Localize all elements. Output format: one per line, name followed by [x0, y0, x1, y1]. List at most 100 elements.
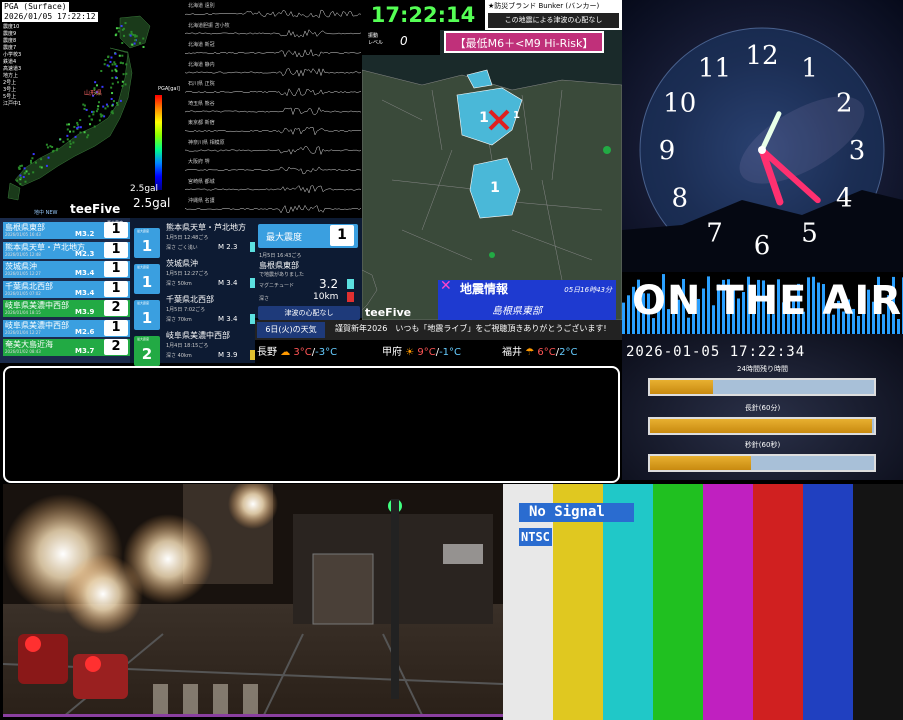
color-bar — [803, 484, 853, 720]
ntsc-label: NTSC — [519, 528, 552, 546]
progress-label-day: 24時間残り時間 — [737, 365, 788, 373]
weather-high: 3°C — [293, 347, 312, 358]
quake-time: 2026/01/04 18:15 — [5, 310, 41, 315]
quake-list-item[interactable]: 岐阜県美濃中西部 2026/01/04 18:15 M3.9 2 — [3, 300, 130, 317]
depth-label: 深さ — [259, 296, 270, 302]
quake-intensity: 2 — [104, 300, 128, 316]
quake-list-item[interactable]: 岐阜県美濃中西部 2026/01/04 12:27 M2.6 1 — [3, 319, 130, 337]
pga-datetime: 2026/01/05 17:22:12 — [2, 12, 98, 22]
progress-bar-day — [648, 378, 876, 396]
weather-city: 長野 — [257, 347, 277, 358]
pga-stat-item: 地方上 — [3, 73, 19, 79]
quake-list-item[interactable]: 島根県東部 2026/01/05 16:43 M3.2 1 — [3, 222, 130, 239]
magnitude-bar — [347, 279, 354, 289]
pga-stat-item: 2号上 — [3, 80, 17, 86]
epicenter-map-panel: 1 1 1 振動 レベル 0 【最低M6＋<M9 Hi-Risk】 ✕ 地震情報 … — [362, 30, 622, 320]
teefive-logo-map: teeFive — [365, 306, 412, 319]
max-intensity-value: 1 — [330, 225, 354, 246]
pga-stat-item: 5号上 — [3, 94, 17, 100]
pga-region-label: 山形県 — [84, 90, 103, 97]
quake-detail-magnitude: M 3.4 — [218, 279, 238, 287]
progress-label-second: 秒針(60秒) — [744, 441, 781, 449]
quake-detail-time: 1月5日 12:48ごろ — [166, 235, 209, 241]
seismo-station-label: 北海道 遠別 — [188, 3, 215, 9]
weather-high: 9°C — [417, 347, 436, 358]
map-marker-3: 1 — [490, 180, 500, 196]
sponsor-title: ★防災ブランド Bunker (バンカー) — [488, 1, 600, 11]
quake-list-item[interactable]: 茨城県沖 2026/01/05 12:27 M3.4 1 — [3, 261, 130, 278]
progress-bar-second — [648, 454, 876, 472]
weather-bar: 長野 ☁ 3°C/-3°C 甲府 ☀ 9°C/-1°C 福井 ☂ 6°C/2°C — [255, 340, 622, 363]
hi-risk-banner: 【最低M6＋<M9 Hi-Risk】 — [444, 31, 604, 53]
seismo-trace — [185, 126, 362, 136]
depth-bar — [347, 292, 354, 302]
quake-magnitude: M2.6 — [75, 327, 95, 336]
quake-detail-time: 1月4日 18:15ごろ — [166, 343, 209, 349]
digital-clock: 17:22:14 — [363, 0, 483, 30]
seismo-trace — [185, 87, 362, 97]
clock-hub — [758, 146, 766, 154]
clock-numeral: 7 — [706, 218, 723, 248]
weather-low: 2°C — [559, 347, 578, 358]
weather-item: 福井 ☂ 6°C/2°C — [502, 347, 578, 358]
time-progress-panel: 2026-01-05 17:22:34 24時間残り時間 長針(60分) 秒針(… — [622, 334, 903, 480]
weather-item: 長野 ☁ 3°C/-3°C — [257, 347, 338, 358]
weather-low: -1°C — [439, 347, 462, 358]
quake-list-item[interactable]: 奄美大島近海 2026/01/02 08:43 M3.7 2 — [3, 339, 130, 356]
pga-stat-item: 高速道3 — [3, 66, 22, 72]
quake-detail-item[interactable]: 2 最大震度 岐阜県美濃中西部 1月4日 18:15ごろ 深さ 40km M 3.9 — [132, 326, 255, 368]
seismo-station-label: 北海道 静内 — [188, 61, 215, 68]
pga-stat-item: 震度10 — [3, 24, 20, 30]
latest-quake-time: 1月5日 16:43ごろ — [259, 253, 302, 259]
max-intensity-label: 最大震度 — [266, 233, 303, 243]
pga-gal-small: 2.5gal — [130, 184, 159, 194]
quake-time: 2026/01/04 12:27 — [5, 329, 41, 335]
magnitude-value: 3.2 — [319, 277, 339, 291]
color-bar — [853, 484, 903, 720]
weather-item: 甲府 ☀ 9°C/-1°C — [382, 347, 462, 358]
eq-info-title: 地震情報 — [460, 282, 509, 296]
progress-datetime: 2026-01-05 17:22:34 — [626, 344, 806, 360]
pga-stat-item: 鉄道4 — [3, 59, 17, 65]
seismo-station-label: 東京都 新宿 — [188, 120, 215, 126]
weather-icon: ☁ — [280, 347, 291, 358]
quake-list-item[interactable]: 千葉県北西部 2026/01/05 07:02 M3.4 1 — [3, 280, 130, 298]
seismo-station-label: 神奈川県 相模原 — [188, 139, 225, 146]
weather-icon: ☂ — [525, 347, 535, 358]
ticker-text: 謹賀新年2026 いつも「地震ライブ」をご視聴頂きありがとうございます! — [335, 324, 607, 333]
quake-detail-badge-label: 最大震度 — [137, 337, 150, 341]
quake-detail-magnitude: M 2.3 — [218, 243, 238, 251]
shindo-level-value: 0 — [400, 34, 408, 48]
clock-numeral: 9 — [659, 136, 676, 166]
eq-info-x-icon: ✕ — [440, 278, 452, 294]
weather-low: -3°C — [315, 347, 338, 358]
clock-numeral: 2 — [836, 89, 853, 119]
eq-info-place: 島根県東部 — [492, 306, 542, 317]
pga-color-scale — [155, 95, 162, 190]
earthquake-info-box: ✕ 地震情報 05日16時43分 島根県東部 — [438, 278, 616, 320]
quake-detail-list: 1 最大震度 熊本県天草・芦北地方 1月5日 12:48ごろ 深さ ごく浅い M 2.3 1… — [130, 218, 255, 366]
seismo-station-label: 埼玉県 熊谷 — [188, 100, 215, 107]
pga-stat-item: 震度7 — [3, 45, 17, 51]
clock-numeral: 11 — [698, 54, 731, 84]
quake-detail-time: 1月5日 7:02ごろ — [166, 307, 206, 313]
seismo-trace — [185, 204, 362, 214]
clock-numeral: 5 — [801, 218, 818, 248]
on-air-panel: ON THE AIR — [622, 272, 903, 334]
quake-list-item[interactable]: 熊本県天草・芦北地方 2026/01/05 12:48 M2.3 1 — [3, 241, 130, 259]
max-intensity-box: 最大震度 1 — [258, 224, 358, 248]
pga-title: PGA (Surface) — [2, 2, 69, 12]
quake-magnitude: M2.3 — [75, 249, 95, 258]
color-bar — [703, 484, 753, 720]
quake-detail-badge-label: 最大震度 — [137, 229, 150, 233]
seismo-station-label: 北海道 新冠 — [188, 42, 215, 48]
pga-stat-item: 震度8 — [3, 38, 17, 44]
depth-value: 10km — [313, 292, 339, 302]
seismo-station-label: 北海道胆振 苫小牧 — [188, 22, 230, 29]
quake-intensity: 2 — [104, 339, 128, 355]
quake-detail-depth: 深さ 70km — [166, 317, 192, 323]
quake-time: 2026/01/05 12:27 — [5, 271, 41, 276]
weather-city: 甲府 — [382, 347, 402, 358]
seismo-station-label: 石川県 正院 — [188, 81, 215, 87]
pga-map-panel: PGA (Surface) 2026/01/05 17:22:12 震度10 震度… — [0, 0, 185, 218]
